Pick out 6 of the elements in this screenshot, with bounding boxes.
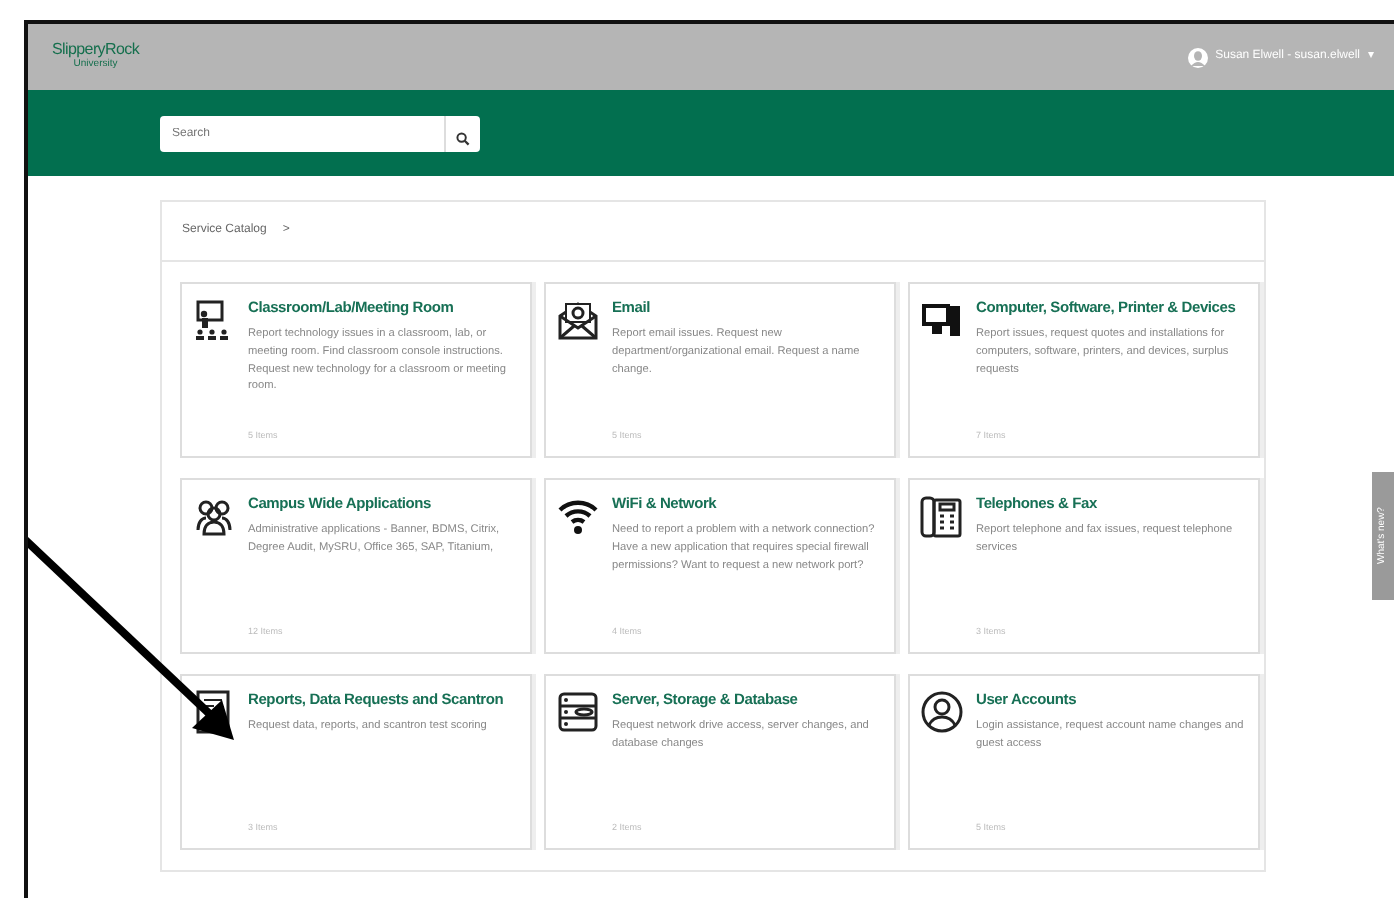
envelope-icon [556, 297, 600, 342]
telephone-icon [920, 493, 964, 538]
search-button[interactable] [444, 115, 480, 151]
search-icon [456, 131, 470, 146]
user-icon [920, 689, 964, 734]
server-icon [556, 689, 600, 734]
